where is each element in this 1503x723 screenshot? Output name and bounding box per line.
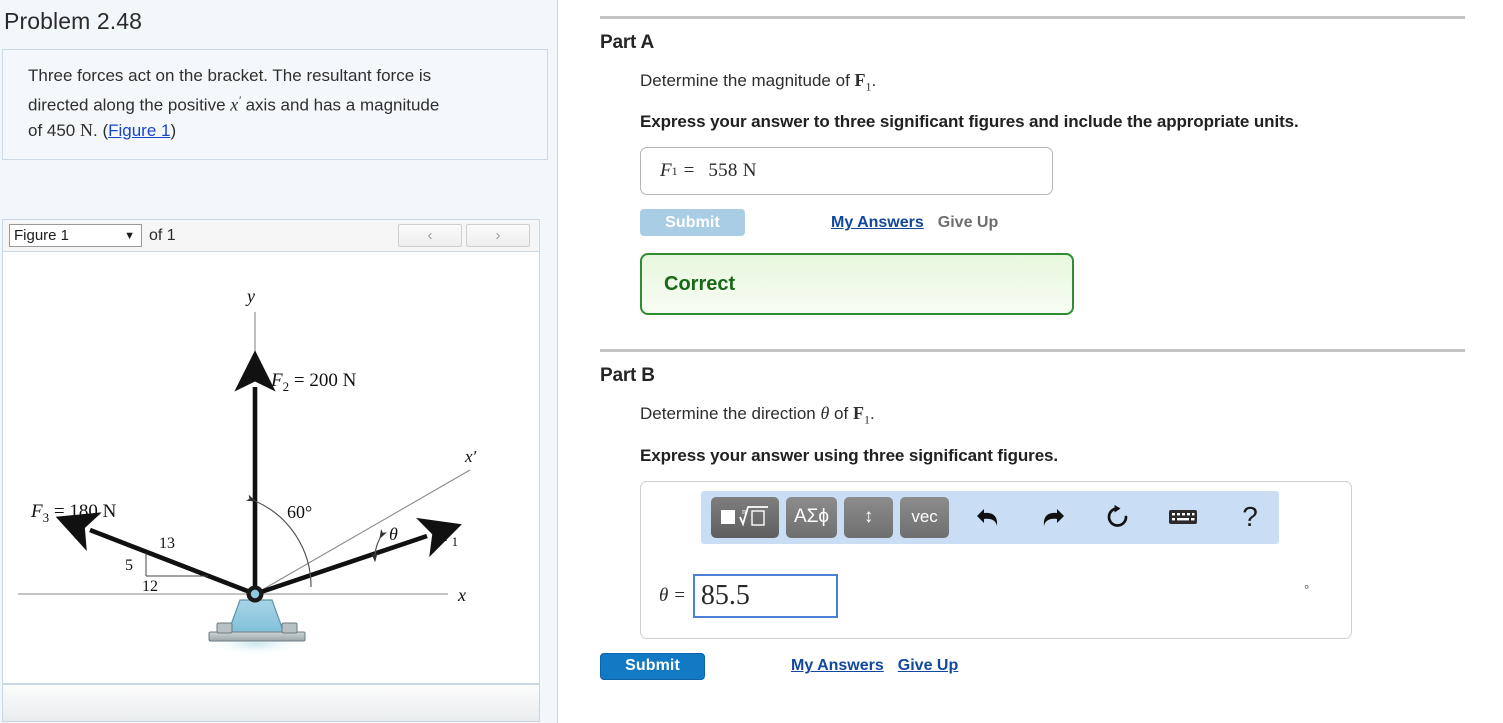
answer-panel: Part A Determine the magnitude of F1. Ex… xyxy=(558,0,1503,723)
reset-arrow-icon xyxy=(1107,505,1128,528)
chevron-left-icon: ‹ xyxy=(427,227,433,244)
theta-symbol: θ xyxy=(820,403,830,424)
part-a-answer-value: 558 N xyxy=(708,160,757,182)
theta-input-field[interactable]: 85.5 xyxy=(692,573,838,618)
problem-panel: Problem 2.48 Three forces act on the bra… xyxy=(0,0,558,723)
part-b-heading: Part B xyxy=(600,365,655,387)
newton-unit: N xyxy=(80,119,93,140)
part-b-submit-button[interactable]: Submit xyxy=(600,652,705,680)
part-b-question-text: Determine the direction xyxy=(640,404,821,424)
part-a-button-row: Submit My Answers Give Up xyxy=(640,209,1503,237)
part-b-answer-widget: n ΑΣϕ ↕ vec ? θ = 85.5 ° xyxy=(640,480,1352,639)
chevron-right-icon: › xyxy=(495,227,501,244)
next-figure-button[interactable]: › xyxy=(466,224,530,247)
figure-canvas[interactable]: y x x′ F2 = 200 N F3 = 180 N 13 5 12 F1 … xyxy=(2,252,540,684)
statement-line-3c: ) xyxy=(170,120,177,140)
part-b-give-up-link[interactable]: Give Up xyxy=(898,657,958,675)
reset-icon[interactable] xyxy=(1096,497,1140,538)
statement-line-3a: of 450 xyxy=(28,120,76,140)
part-a-body: Determine the magnitude of F1. Express y… xyxy=(640,70,1503,316)
statement-line-1: Three forces act on the bracket. The res… xyxy=(28,66,432,85)
part-b-button-row: Submit My Answers Give Up xyxy=(600,652,1503,680)
problem-page: Problem 2.48 Three forces act on the bra… xyxy=(0,0,1503,723)
statement-line-2a: directed along the positive xyxy=(28,95,231,115)
part-a-question: Determine the magnitude of F1. xyxy=(640,70,1503,94)
degree-unit-label: ° xyxy=(1304,581,1310,597)
problem-statement: Three forces act on the bracket. The res… xyxy=(28,63,531,143)
theta-equals-label: θ = xyxy=(659,584,686,606)
figure-count-label: of 1 xyxy=(149,226,176,244)
triangle-5-label: 5 xyxy=(125,557,133,574)
figure-nav-buttons: ‹ › xyxy=(398,224,533,247)
x-axis-label: x xyxy=(457,585,466,605)
part-a-question-text: Determine the magnitude of xyxy=(640,71,855,90)
figure-footer-bar xyxy=(2,684,540,722)
y-axis-label: y xyxy=(245,286,255,306)
redo-icon[interactable] xyxy=(1031,497,1075,538)
statement-line-2b: axis and has a magnitude xyxy=(240,95,440,115)
angle-60-label: 60° xyxy=(287,502,312,522)
triangle-13-label: 13 xyxy=(159,535,175,552)
part-b-question-period: . xyxy=(869,404,875,424)
help-button[interactable]: ? xyxy=(1228,497,1272,538)
equals-sign: = xyxy=(683,160,695,182)
f3-label: F3 = 180 N xyxy=(30,501,117,525)
bracket-force-diagram: y x x′ F2 = 200 N F3 = 180 N 13 5 12 F1 … xyxy=(18,286,477,655)
part-b-question: Determine the direction θ of F1. xyxy=(640,403,1503,427)
svg-text:n: n xyxy=(742,507,746,516)
part-b-answer-row: θ = 85.5 xyxy=(659,573,838,618)
undo-arrow-icon xyxy=(977,509,998,527)
f2-label: F2 = 200 N xyxy=(270,370,357,394)
figure-select-value: Figure 1 xyxy=(14,227,70,244)
figure-select-dropdown[interactable]: Figure 1 ▼ xyxy=(9,224,142,247)
undo-icon[interactable] xyxy=(966,497,1010,538)
template-button[interactable]: n xyxy=(711,496,779,538)
figure-1-link[interactable]: Figure 1 xyxy=(108,121,170,140)
part-a-heading: Part A xyxy=(600,32,655,53)
part-b-instruction: Express your answer using three signific… xyxy=(640,445,1059,465)
sqrt-template-icon: n xyxy=(721,506,768,527)
part-b-divider xyxy=(600,349,1465,353)
figure-selector-bar: Figure 1 ▼ of 1 ‹ › xyxy=(2,219,540,252)
part-a-give-up-label: Give Up xyxy=(937,213,999,231)
triangle-12-label: 12 xyxy=(142,578,158,595)
part-a-feedback-text: Correct xyxy=(664,272,736,295)
part-a-divider xyxy=(600,16,1465,19)
answer-symbol: F xyxy=(660,160,672,182)
prev-figure-button[interactable]: ‹ xyxy=(398,224,462,247)
part-a-feedback-box: Correct xyxy=(640,253,1074,316)
f1-label: F1 xyxy=(440,525,458,549)
page-title: Problem 2.48 xyxy=(4,8,142,34)
part-b-body: Determine the direction θ of F1. Express… xyxy=(600,403,1503,680)
f1-bold-symbol-b: F xyxy=(852,403,864,424)
angle-theta-label: θ xyxy=(389,524,398,544)
updown-arrows-button[interactable]: ↕ xyxy=(844,496,894,538)
statement-line-3b: . ( xyxy=(93,120,109,140)
redo-arrow-icon xyxy=(1043,509,1065,527)
part-a-instruction: Express your answer to three significant… xyxy=(640,112,1299,132)
problem-statement-box: Three forces act on the bracket. The res… xyxy=(2,49,548,160)
part-b-question-mid: of xyxy=(829,404,853,424)
xprime-axis-label: x′ xyxy=(464,447,477,466)
f1-bold-symbol: F xyxy=(854,70,866,90)
math-toolbar: n ΑΣϕ ↕ vec ? xyxy=(701,490,1279,544)
chevron-down-icon: ▼ xyxy=(124,229,135,242)
part-a-submit-button[interactable]: Submit xyxy=(640,209,745,237)
greek-symbols-button[interactable]: ΑΣϕ xyxy=(786,496,838,538)
part-a-question-period: . xyxy=(871,71,877,90)
answer-subscript: 1 xyxy=(671,163,678,178)
vector-button[interactable]: vec xyxy=(900,496,950,538)
part-a-answer-field[interactable]: F1 = 558 N xyxy=(640,147,1053,196)
part-a-my-answers-link[interactable]: My Answers xyxy=(831,214,924,232)
part-b-my-answers-link[interactable]: My Answers xyxy=(791,657,884,675)
keyboard-glyph-icon xyxy=(1169,510,1198,525)
keyboard-icon[interactable] xyxy=(1161,497,1205,538)
